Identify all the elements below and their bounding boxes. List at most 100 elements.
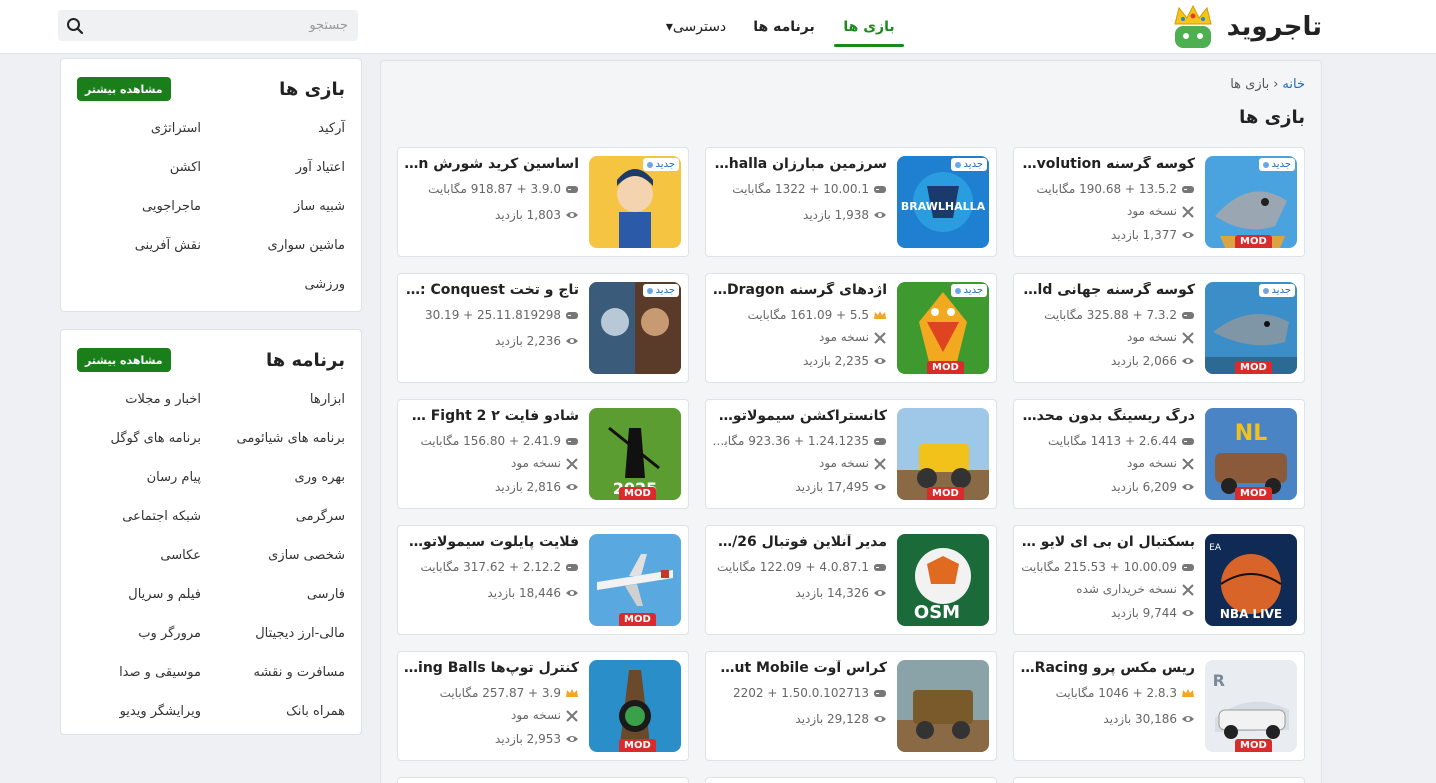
app-name[interactable]: کراس آوت Crossout Mobile bbox=[711, 660, 887, 676]
svg-text:NBA LIVE: NBA LIVE bbox=[1220, 607, 1282, 621]
sidebar-link[interactable]: برنامه های گوگل bbox=[111, 431, 202, 446]
app-name[interactable]: شادو فایت ۲ Shadow Fight 2 bbox=[403, 408, 579, 424]
sidebar-link[interactable]: پیام رسان bbox=[147, 470, 201, 485]
gamepad-icon bbox=[565, 435, 579, 447]
sidebar-link[interactable]: ویرایشگر ویدیو bbox=[120, 704, 201, 719]
nav-games[interactable]: بازی ها bbox=[834, 0, 904, 54]
app-card[interactable]: جدید MOD کوسه گرسنه Hungry Shark Evolution… bbox=[1013, 147, 1305, 257]
app-name[interactable]: اساسین کرید شورش Assassin's Creed Rebell… bbox=[403, 156, 579, 172]
app-size-row: 5.5 + 161.09 مگابایت bbox=[711, 308, 887, 322]
app-card[interactable]: NBA LIVE EA بسکتبال ان بی ای لایو + NBA LI… bbox=[1013, 525, 1305, 635]
app-thumbnail[interactable]: NBA LIVE EA bbox=[1205, 534, 1297, 626]
app-card[interactable]: جدید تاج و تخت GOT: Conquest 25.11.819298 … bbox=[397, 273, 689, 383]
app-thumbnail[interactable]: جدید MOD bbox=[1205, 156, 1297, 248]
sidebar-link[interactable]: عکاسی bbox=[160, 548, 201, 563]
app-thumbnail[interactable]: BRAWLHALLA جدید bbox=[897, 156, 989, 248]
sidebar-link[interactable]: اخبار و مجلات bbox=[125, 392, 201, 407]
svg-text:OSM: OSM bbox=[914, 602, 960, 623]
app-name[interactable]: بسکتبال ان بی ای لایو + NBA LIVE bbox=[1019, 534, 1195, 550]
app-thumbnail[interactable]: MOD bbox=[589, 534, 681, 626]
app-card-partial[interactable] bbox=[1013, 777, 1305, 783]
app-size-row: 10.00.1 + 1322 مگابایت bbox=[711, 182, 887, 196]
app-card[interactable]: جدید MOD اژدهای گرسنه Hungry Dragon 5.5 + 1… bbox=[705, 273, 997, 383]
app-card[interactable]: BRAWLHALLA جدید سرزمین مبارزان Brawlhalla 1… bbox=[705, 147, 997, 257]
app-card-partial[interactable] bbox=[397, 777, 689, 783]
sidebar-link[interactable]: شبیه ساز bbox=[294, 199, 345, 214]
app-thumbnail[interactable]: جدید MOD bbox=[1205, 282, 1297, 374]
app-card[interactable]: 2025MOD شادو فایت ۲ Shadow Fight 2 2.41.9 … bbox=[397, 399, 689, 509]
app-card-partial[interactable] bbox=[705, 777, 997, 783]
sidebar-link[interactable]: آرکید bbox=[318, 121, 345, 136]
app-thumbnail[interactable] bbox=[897, 660, 989, 752]
wrench-icon bbox=[565, 457, 579, 470]
page-title: بازی ها bbox=[1239, 107, 1305, 128]
app-name[interactable]: کنترل توپ‌ها Going Balls bbox=[403, 660, 579, 676]
app-size-row: 4.0.87.1 + 122.09 مگابایت bbox=[711, 560, 887, 574]
app-name[interactable]: کانستراکشن سیمولاتور 4 bbox=[711, 408, 887, 424]
app-name[interactable]: اژدهای گرسنه Hungry Dragon bbox=[711, 282, 887, 298]
mod-badge: MOD bbox=[1235, 739, 1272, 752]
app-card[interactable]: MOD کانستراکشن سیمولاتور 4 1.24.1235 + 923… bbox=[705, 399, 997, 509]
app-name[interactable]: کوسه گرسنه Hungry Shark Evolution bbox=[1019, 156, 1195, 172]
app-card[interactable]: کراس آوت Crossout Mobile 1.50.0.102713 + … bbox=[705, 651, 997, 761]
app-card[interactable]: NL MOD درگ ریسینگ بدون محدودیت No Limit 2.6… bbox=[1013, 399, 1305, 509]
app-version-size: 3.9 + 257.87 مگابایت bbox=[439, 686, 561, 700]
sidebar-link[interactable]: ماجراجویی bbox=[142, 199, 201, 214]
app-card[interactable]: جدید MOD کوسه گرسنه جهانی Hungry Shark Wor… bbox=[1013, 273, 1305, 383]
sidebar-link[interactable]: اکشن bbox=[170, 160, 201, 175]
sidebar-link[interactable]: مرورگر وب bbox=[138, 626, 201, 641]
app-thumbnail[interactable]: جدید MOD bbox=[897, 282, 989, 374]
app-thumbnail[interactable]: MOD bbox=[589, 660, 681, 752]
app-mod-label: نسخه مود bbox=[818, 330, 869, 344]
sidebar-link[interactable]: نقش آفرینی bbox=[135, 238, 201, 253]
sidebar-link[interactable]: مسافرت و نقشه bbox=[254, 665, 345, 680]
app-thumbnail[interactable]: MOD bbox=[897, 408, 989, 500]
nav-apps[interactable]: برنامه ها bbox=[744, 0, 824, 54]
app-name[interactable]: مدیر آنلاین فوتبال OSM 25/26 bbox=[711, 534, 887, 550]
sidebar-link[interactable]: ماشین سواری bbox=[268, 238, 345, 253]
app-name[interactable]: ریس مکس پرو Race Max Pro Car Racing bbox=[1019, 660, 1195, 676]
app-thumbnail[interactable]: 2025MOD bbox=[589, 408, 681, 500]
app-version-size: 1.50.0.102713 + 2202 bbox=[732, 686, 869, 700]
sidebar-link[interactable]: استراتژی bbox=[151, 121, 201, 136]
sidebar-link[interactable]: سرگرمی bbox=[296, 509, 345, 524]
app-card[interactable]: جدید اساسین کرید شورش Assassin's Creed Re… bbox=[397, 147, 689, 257]
app-name[interactable]: فلایت پایلوت سیمولاتور ۳ دی bbox=[403, 534, 579, 550]
search-input[interactable] bbox=[96, 10, 358, 41]
gamepad-icon bbox=[565, 561, 579, 573]
site-logo[interactable]: تاجروید bbox=[1169, 4, 1322, 50]
sidebar-link[interactable]: مالی-ارز دیجیتال bbox=[255, 626, 345, 641]
sidebar-link[interactable]: فارسی bbox=[307, 587, 345, 602]
nav-access[interactable]: دسترسی▾ bbox=[656, 0, 736, 54]
search-icon[interactable] bbox=[58, 10, 92, 41]
sidebar-link[interactable]: اعتیاد آور bbox=[296, 160, 345, 175]
app-name[interactable]: تاج و تخت GOT: Conquest bbox=[403, 282, 579, 298]
mod-badge: MOD bbox=[619, 739, 656, 752]
sidebar-link[interactable]: ابزارها bbox=[310, 392, 345, 407]
app-name[interactable]: درگ ریسینگ بدون محدودیت No Limit bbox=[1019, 408, 1195, 424]
sidebar-link[interactable]: شخصی سازی bbox=[268, 548, 345, 563]
svg-text:EA: EA bbox=[1209, 543, 1222, 553]
app-card[interactable]: MOD فلایت پایلوت سیمولاتور ۳ دی 2.12.2 + 3… bbox=[397, 525, 689, 635]
sidebar-link[interactable]: موسیقی و صدا bbox=[119, 665, 201, 680]
app-thumbnail[interactable]: جدید bbox=[589, 156, 681, 248]
app-version-size: 2.6.44 + 1413 مگابایت bbox=[1047, 434, 1177, 448]
sidebar-link[interactable]: برنامه های شیائومی bbox=[237, 431, 345, 446]
breadcrumb-home[interactable]: خانه bbox=[1282, 77, 1305, 92]
apps-more-button[interactable]: مشاهده بیشتر bbox=[77, 348, 171, 372]
sidebar-link[interactable]: ورزشی bbox=[304, 277, 345, 292]
sidebar-link[interactable]: همراه بانک bbox=[286, 704, 345, 719]
app-card[interactable]: OSM مدیر آنلاین فوتبال OSM 25/26 4.0.87.1 … bbox=[705, 525, 997, 635]
sidebar-link[interactable]: بهره وری bbox=[295, 470, 345, 485]
games-more-button[interactable]: مشاهده بیشتر bbox=[77, 77, 171, 101]
app-thumbnail[interactable]: NL MOD bbox=[1205, 408, 1297, 500]
sidebar-link[interactable]: شبکه اجتماعی bbox=[122, 509, 201, 524]
sidebar-link[interactable]: فیلم و سریال bbox=[128, 587, 201, 602]
app-card[interactable]: R MOD ریس مکس پرو Race Max Pro Car Racing 2… bbox=[1013, 651, 1305, 761]
app-name[interactable]: کوسه گرسنه جهانی Hungry Shark World bbox=[1019, 282, 1195, 298]
app-thumbnail[interactable]: جدید bbox=[589, 282, 681, 374]
app-name[interactable]: سرزمین مبارزان Brawlhalla bbox=[711, 156, 887, 172]
app-thumbnail[interactable]: OSM bbox=[897, 534, 989, 626]
app-card[interactable]: MOD کنترل توپ‌ها Going Balls 3.9 + 257.87 … bbox=[397, 651, 689, 761]
app-thumbnail[interactable]: R MOD bbox=[1205, 660, 1297, 752]
